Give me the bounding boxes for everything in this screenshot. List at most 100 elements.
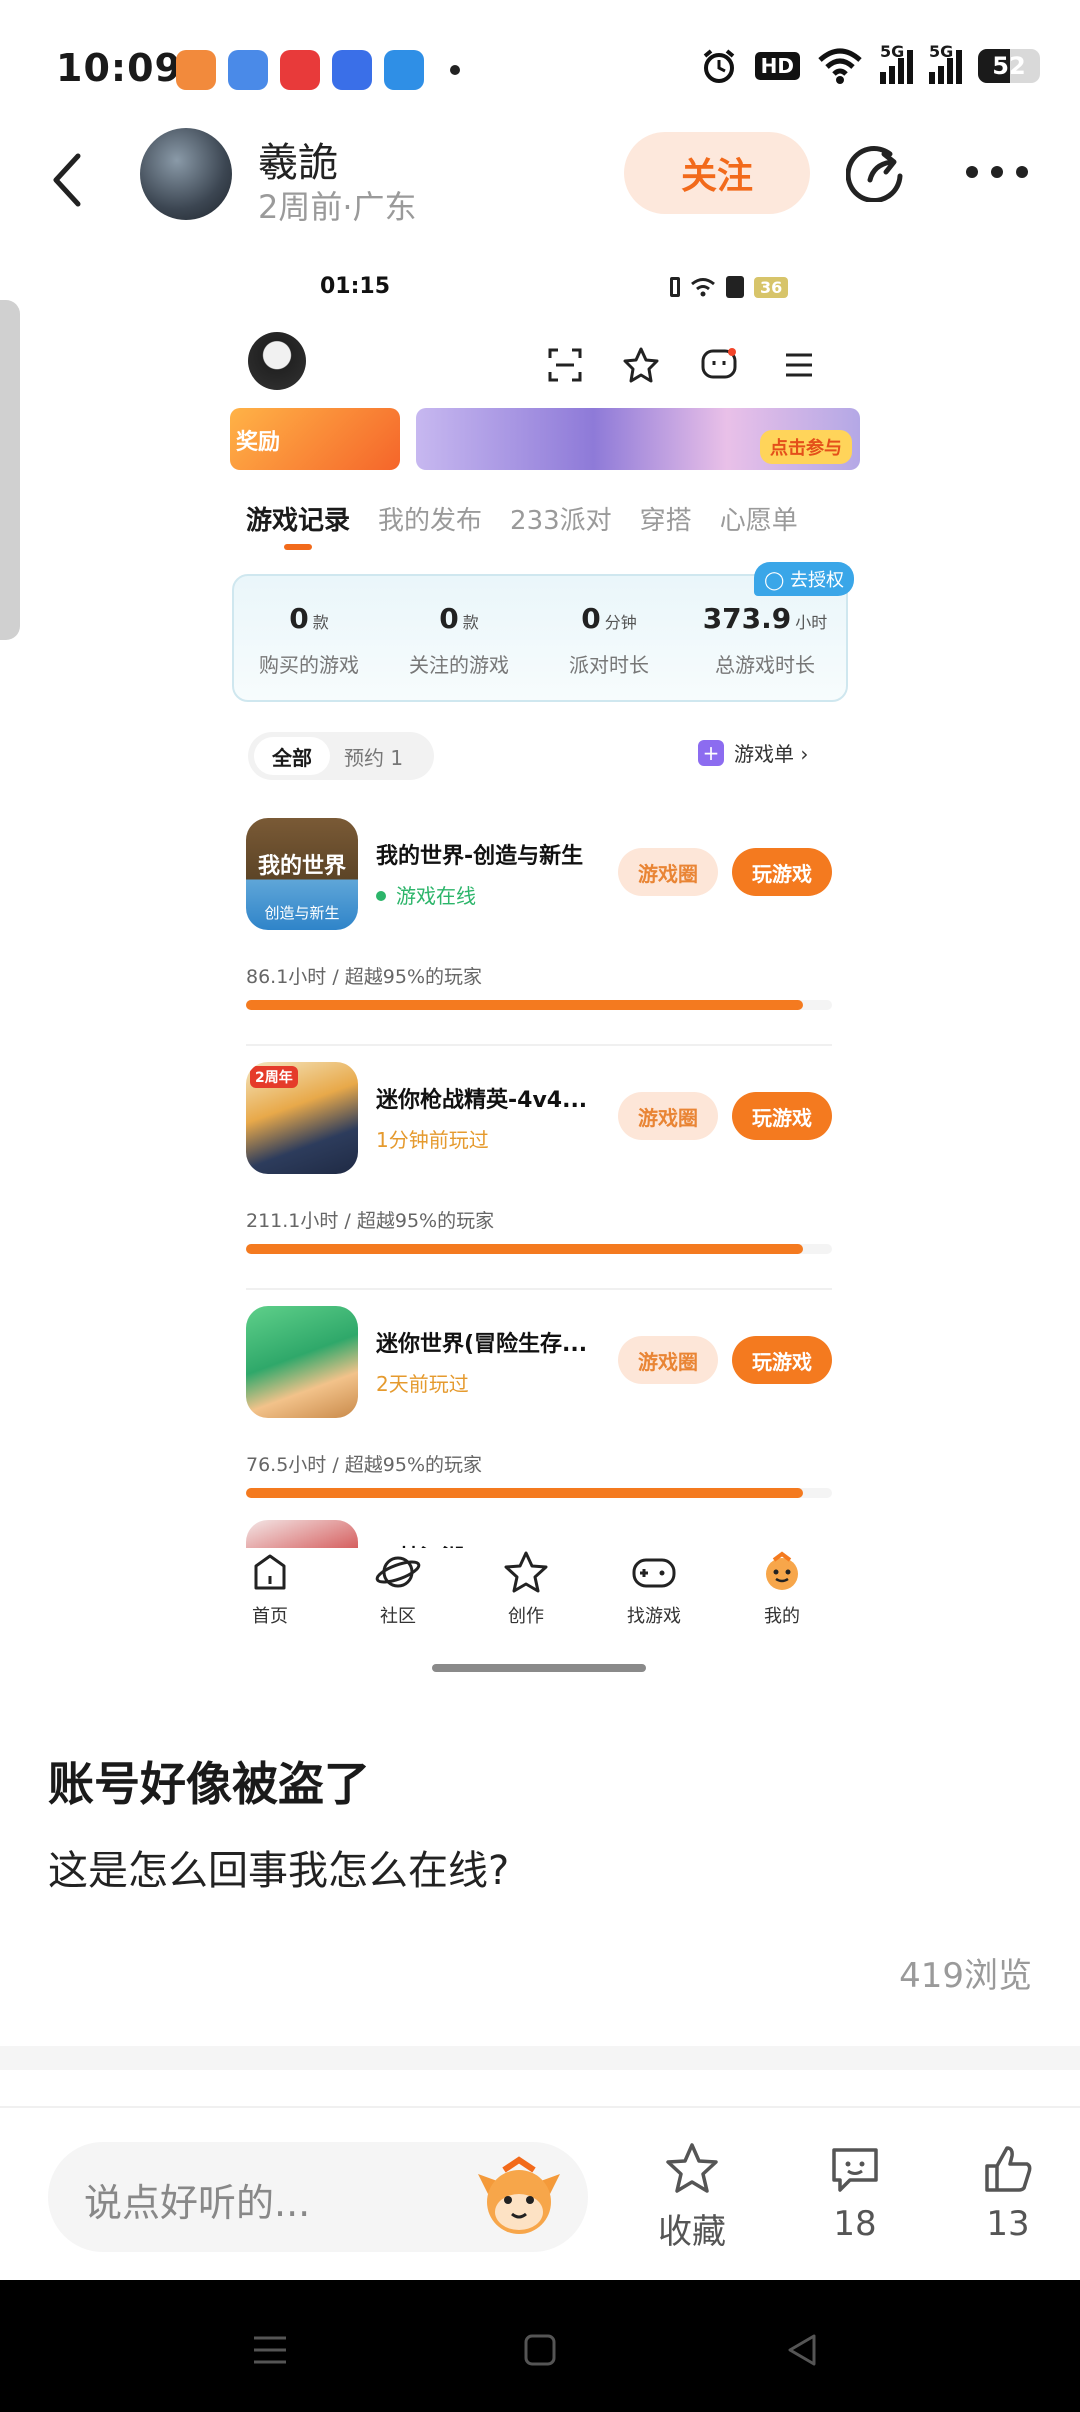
event-banner: 点击参与 — [416, 408, 860, 470]
hd-icon: HD — [754, 52, 800, 80]
stat-label: 购买的游戏 — [259, 653, 359, 677]
stat-value: 0 — [581, 602, 601, 635]
stat-label: 关注的游戏 — [409, 653, 509, 677]
plus-icon: + — [698, 739, 724, 766]
no-sim-icon — [726, 276, 744, 298]
star-icon — [504, 1551, 548, 1593]
comment-button[interactable]: 18 — [795, 2140, 915, 2244]
stat-value: 0 — [439, 602, 459, 635]
home-square-icon[interactable] — [518, 2328, 562, 2372]
notification-icons — [176, 50, 460, 90]
battery-icon: 52 — [978, 49, 1040, 83]
planet-icon — [375, 1556, 421, 1588]
image-battery: 36 — [754, 276, 789, 298]
system-indicators: HD 5G 5G 52 — [699, 42, 1040, 86]
more-options-icon[interactable] — [962, 160, 1032, 184]
reward-banner: 奖励 — [230, 408, 400, 470]
menu-icon — [786, 353, 812, 377]
game-progress-bar — [246, 1000, 832, 1010]
image-tab: 233派对 — [510, 506, 612, 536]
emoji-mascot-icon[interactable] — [474, 2154, 564, 2240]
author-name[interactable]: 羲詭 — [258, 130, 338, 188]
alarm-icon — [703, 49, 734, 83]
follow-button[interactable]: 关注 — [624, 132, 810, 214]
stat-item: 0款 购买的游戏 — [234, 602, 384, 678]
game-status: 1分钟前玩过 — [376, 1128, 489, 1152]
stat-item: 373.9 小时 总游戏时长 — [690, 602, 840, 678]
image-status-bar: 01:15 36 — [130, 272, 950, 308]
view-count: 419浏览 — [899, 1956, 1032, 1996]
favorite-label: 收藏 — [658, 2212, 726, 2252]
game-status: 游戏在线 — [376, 880, 476, 909]
network-type-label: 5G — [929, 42, 954, 61]
stat-unit: 款 — [312, 613, 329, 632]
status-time: 10:09 — [56, 46, 182, 90]
app-notification-icon — [228, 50, 268, 90]
nav-create: 创作 — [486, 1548, 566, 1628]
nav-label: 社区 — [380, 1606, 416, 1627]
nav-home: 首页 — [230, 1548, 310, 1628]
system-navigation-bar — [0, 2280, 1080, 2412]
authorize-badge: ◯ 去授权 — [754, 562, 854, 596]
game-list-label: 游戏单 › — [734, 742, 809, 766]
game-row: 迷你世界(冒险生存... 2天前玩过 游戏圈 玩游戏 76.5小时 / 超越95… — [246, 1306, 832, 1540]
image-bottom-nav: 首页 社区 创作 找游戏 我的 — [230, 1548, 910, 1648]
image-tab: 穿搭 — [639, 506, 692, 536]
authorize-label: 去授权 — [790, 570, 844, 591]
game-hours: 76.5小时 / 超越95%的玩家 — [246, 1454, 483, 1476]
game-icon-subtitle: 创造与新生 — [264, 904, 340, 922]
image-stats-card: ◯ 去授权 0款 购买的游戏 0款 关注的游戏 0 分钟 派对时长 373.9 小时… — [232, 562, 854, 702]
row-divider — [246, 1288, 832, 1290]
gamepad-icon — [632, 1558, 676, 1588]
nav-label: 创作 — [508, 1606, 544, 1627]
nav-label: 首页 — [252, 1606, 288, 1627]
author-avatar[interactable] — [140, 128, 232, 220]
game-circle-button: 游戏圈 — [618, 848, 718, 896]
back-arrow-icon[interactable] — [48, 150, 88, 210]
side-drawer-handle[interactable] — [0, 300, 20, 640]
stat-unit: 款 — [462, 613, 479, 632]
game-row: 2周年 迷你枪战精英-4v4... 1分钟前玩过 游戏圈 玩游戏 211.1小时… — [246, 1062, 832, 1296]
game-hours: 211.1小时 / 超越95%的玩家 — [246, 1210, 495, 1232]
row-divider — [246, 1044, 832, 1046]
favorite-button[interactable]: 收藏 — [632, 2140, 752, 2253]
game-circle-button: 游戏圈 — [618, 1092, 718, 1140]
image-banners: 奖励 点击参与 — [230, 408, 860, 470]
recents-menu-icon[interactable] — [248, 2328, 292, 2372]
game-name: 迷你枪战精英-4v4... — [376, 1088, 588, 1113]
comment-input[interactable]: 说点好听的... — [48, 2142, 588, 2252]
image-tabs: 游戏记录 我的发布 233派对 穿搭 心愿单 — [246, 500, 946, 560]
app-notification-icon — [332, 50, 372, 90]
stat-unit: 小时 — [795, 613, 828, 632]
game-name: 迷你世界(冒险生存... — [376, 1332, 588, 1357]
like-button[interactable]: 13 — [948, 2140, 1068, 2244]
back-triangle-icon[interactable] — [780, 2328, 824, 2372]
game-list-link: + 游戏单 › — [698, 738, 808, 767]
game-hours: 86.1小时 / 超越95%的玩家 — [246, 966, 483, 988]
stat-item: 0款 关注的游戏 — [384, 602, 534, 678]
game-icon-badge: 2周年 — [250, 1066, 298, 1088]
stat-item: 0 分钟 派对时长 — [534, 602, 684, 678]
filter-reserve: 预约 1 — [344, 745, 404, 770]
home-icon — [254, 1554, 286, 1590]
like-count: 13 — [986, 2204, 1030, 2244]
play-game-button: 玩游戏 — [732, 1336, 832, 1384]
game-progress-bar — [246, 1244, 832, 1254]
message-icon — [701, 348, 737, 379]
image-top-bar — [130, 330, 950, 400]
minecraft-game-icon: 我的世界 创造与新生 — [246, 818, 358, 930]
profile-icon — [766, 1551, 798, 1590]
post-header: 羲詭 2周前·广东 关注 — [0, 120, 1080, 240]
post-image[interactable]: 01:15 36 奖励 点击参与 游戏记录 我的发布 233派对 穿搭 心愿单 … — [130, 250, 950, 1690]
more-notifications-dot — [450, 65, 460, 75]
game-row: 我的世界 创造与新生 我的世界-创造与新生 游戏在线 游戏圈 玩游戏 86.1小… — [246, 818, 832, 1052]
wifi-icon — [691, 278, 715, 297]
game-circle-button: 游戏圈 — [618, 1336, 718, 1384]
action-bar: 说点好听的... 收藏 18 13 — [0, 2106, 1080, 2280]
thumbs-up-icon — [985, 2146, 1032, 2192]
nav-label: 找游戏 — [627, 1606, 681, 1627]
game-icon-title: 我的世界 — [257, 854, 346, 879]
nav-community: 社区 — [358, 1548, 438, 1628]
status-bar: 10:09 HD 5G 5G 52 — [0, 0, 1080, 140]
share-icon[interactable] — [846, 142, 906, 202]
